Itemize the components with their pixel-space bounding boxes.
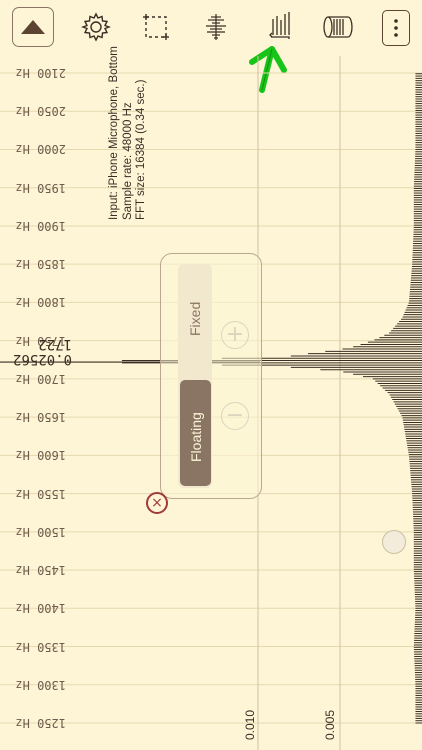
frequency-tick-label: 2100 Hz — [15, 66, 66, 80]
gear-icon — [81, 12, 111, 42]
waveform-icon — [206, 14, 226, 40]
amplitude-tick-label: 0.005 — [323, 709, 337, 740]
more-vertical-icon — [394, 19, 398, 37]
frequency-tick-label: 1450 Hz — [15, 563, 66, 578]
frequency-tick-label: 1950 Hz — [15, 180, 66, 195]
frequency-tick-label: 1900 Hz — [15, 218, 66, 233]
frequency-tick-label: 1550 Hz — [15, 486, 66, 501]
export-button[interactable] — [318, 6, 358, 48]
fft-size-label: FFT size: 16384 (0.34 sec.) — [135, 79, 147, 220]
triangle-up-icon — [21, 20, 45, 34]
play-toggle-button[interactable] — [12, 7, 54, 47]
floating-label: Floating — [188, 412, 204, 462]
frequency-tick-label: 1650 Hz — [15, 410, 66, 425]
cursor-readout: 0.02562 1722 — [2, 336, 72, 367]
amplitude-tick-label: 0.010 — [243, 709, 257, 740]
toolbar — [0, 0, 422, 56]
scale-mode-fixed-option[interactable]: Fixed — [178, 264, 212, 374]
frequency-tick-label: 1800 Hz — [15, 295, 66, 310]
cursor-amplitude-label: 0.02562 — [12, 351, 72, 367]
frequency-tick-label: 1700 Hz — [15, 371, 66, 386]
frequency-tick-label: 1250 Hz — [15, 716, 66, 730]
fixed-label: Fixed — [187, 301, 203, 336]
minus-icon: − — [225, 403, 245, 428]
close-icon: × — [151, 495, 163, 511]
close-panel-button[interactable]: × — [146, 492, 168, 514]
zoom-in-button[interactable]: + — [221, 321, 249, 349]
frequency-tick-label: 2050 Hz — [15, 104, 66, 119]
scale-mode-floating-option[interactable]: Floating — [180, 380, 211, 486]
frequency-tick-label: 2000 Hz — [15, 142, 66, 157]
input-source-label: Input: iPhone Microphone, Bottom — [108, 46, 120, 220]
cylinder-icon — [323, 16, 353, 38]
frequency-tick-label: 1850 Hz — [15, 257, 66, 272]
frequency-axis: 2100 Hz 2050 Hz 2000 Hz 1950 Hz 1900 Hz 1850 … — [0, 56, 70, 750]
more-button[interactable] — [382, 10, 410, 46]
bar-peaks-icon — [269, 12, 290, 39]
sensitivity-slider-knob[interactable] — [382, 530, 406, 554]
spectrum-view-button[interactable] — [196, 6, 236, 48]
sample-rate-label: Sample rate: 48000 Hz — [121, 102, 134, 220]
cursor-frequency-label: 1722 — [38, 336, 72, 352]
frequency-tick-label: 1600 Hz — [15, 448, 66, 463]
frequency-tick-label: 1350 Hz — [15, 639, 66, 654]
zoom-out-button[interactable]: − — [221, 402, 249, 430]
plus-icon: + — [225, 322, 245, 347]
frequency-tick-label: 1500 Hz — [15, 524, 66, 539]
frequency-tick-label: 1300 Hz — [15, 677, 66, 692]
frequency-tick-label: 1400 Hz — [15, 601, 66, 616]
input-info: Input: iPhone Microphone, Bottom Sample … — [108, 10, 160, 220]
